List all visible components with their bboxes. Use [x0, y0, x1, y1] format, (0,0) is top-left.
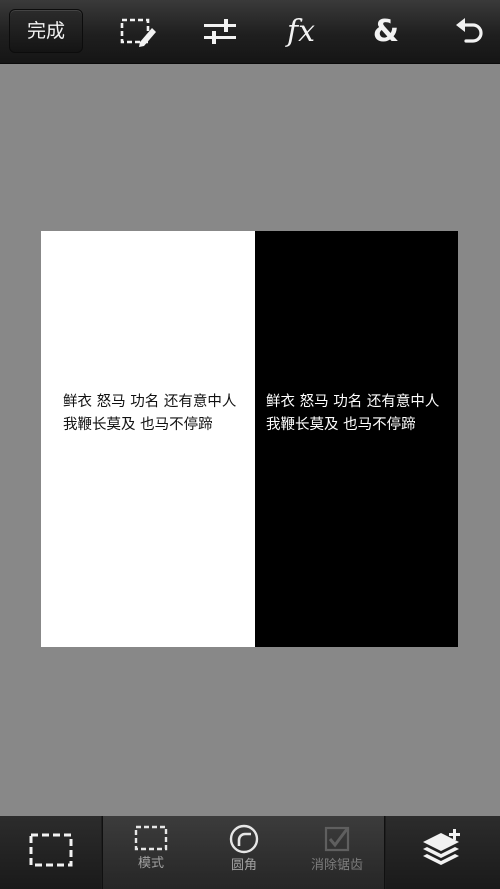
black-panel: 鲜衣 怒马 功名 还有意中人 我鞭长莫及 也马不停蹄: [255, 231, 458, 647]
mode-button[interactable]: 模式: [106, 824, 196, 886]
selection-tool-area: [0, 816, 101, 889]
antialias-button[interactable]: 消除锯齿: [292, 824, 382, 886]
ampersand-icon: &: [372, 14, 400, 49]
poem-text-dark: 鲜衣 怒马 功名 还有意中人 我鞭长莫及 也马不停蹄: [63, 391, 236, 437]
undo-icon: [454, 17, 486, 47]
selection-edit-icon: [118, 15, 158, 49]
fx-tool-button[interactable]: fx: [279, 12, 323, 52]
selection-tool-button[interactable]: [6, 832, 96, 889]
layers-area: [386, 816, 500, 889]
mode-icon: [106, 824, 196, 852]
round-corner-label: 圆角: [230, 858, 257, 873]
white-panel: 鲜衣 怒马 功名 还有意中人 我鞭长莫及 也马不停蹄: [41, 231, 255, 647]
bottom-toolbar: 模式 圆角 消除锯齿: [0, 816, 500, 889]
selection-edit-tool-button[interactable]: [116, 12, 160, 52]
selection-options: 模式 圆角 消除锯齿: [102, 816, 385, 889]
round-corner-icon: [199, 824, 289, 854]
blend-tool-button[interactable]: &: [364, 12, 408, 52]
mode-label: 模式: [137, 856, 164, 871]
round-corner-button[interactable]: 圆角: [199, 824, 289, 886]
add-layer-icon: [396, 828, 486, 874]
selection-icon: [6, 832, 96, 868]
antialias-label: 消除锯齿: [310, 858, 363, 873]
poem-text-light: 鲜衣 怒马 功名 还有意中人 我鞭长莫及 也马不停蹄: [266, 391, 439, 437]
antialias-icon: [292, 824, 382, 854]
photo-editor-screen: 完成 fx & 鲜衣 怒马 功名 还有意中人 我鞭长莫及 也马不停蹄 鲜衣 怒马…: [0, 0, 500, 889]
poem-line-1: 鲜衣 怒马 功名 还有意中人: [266, 394, 440, 410]
adjust-sliders-icon: [201, 17, 239, 47]
fx-icon: fx: [286, 14, 316, 49]
done-button[interactable]: 完成: [9, 9, 83, 53]
poem-line-1: 鲜衣 怒马 功名 还有意中人: [63, 394, 237, 410]
image-canvas[interactable]: 鲜衣 怒马 功名 还有意中人 我鞭长莫及 也马不停蹄 鲜衣 怒马 功名 还有意中…: [41, 231, 458, 647]
top-toolbar: 完成 fx &: [0, 0, 500, 64]
poem-line-2: 我鞭长莫及 也马不停蹄: [63, 417, 213, 433]
adjust-tool-button[interactable]: [198, 12, 242, 52]
add-layer-button[interactable]: [396, 828, 486, 889]
poem-line-2: 我鞭长莫及 也马不停蹄: [266, 417, 416, 433]
undo-button[interactable]: [448, 12, 492, 52]
